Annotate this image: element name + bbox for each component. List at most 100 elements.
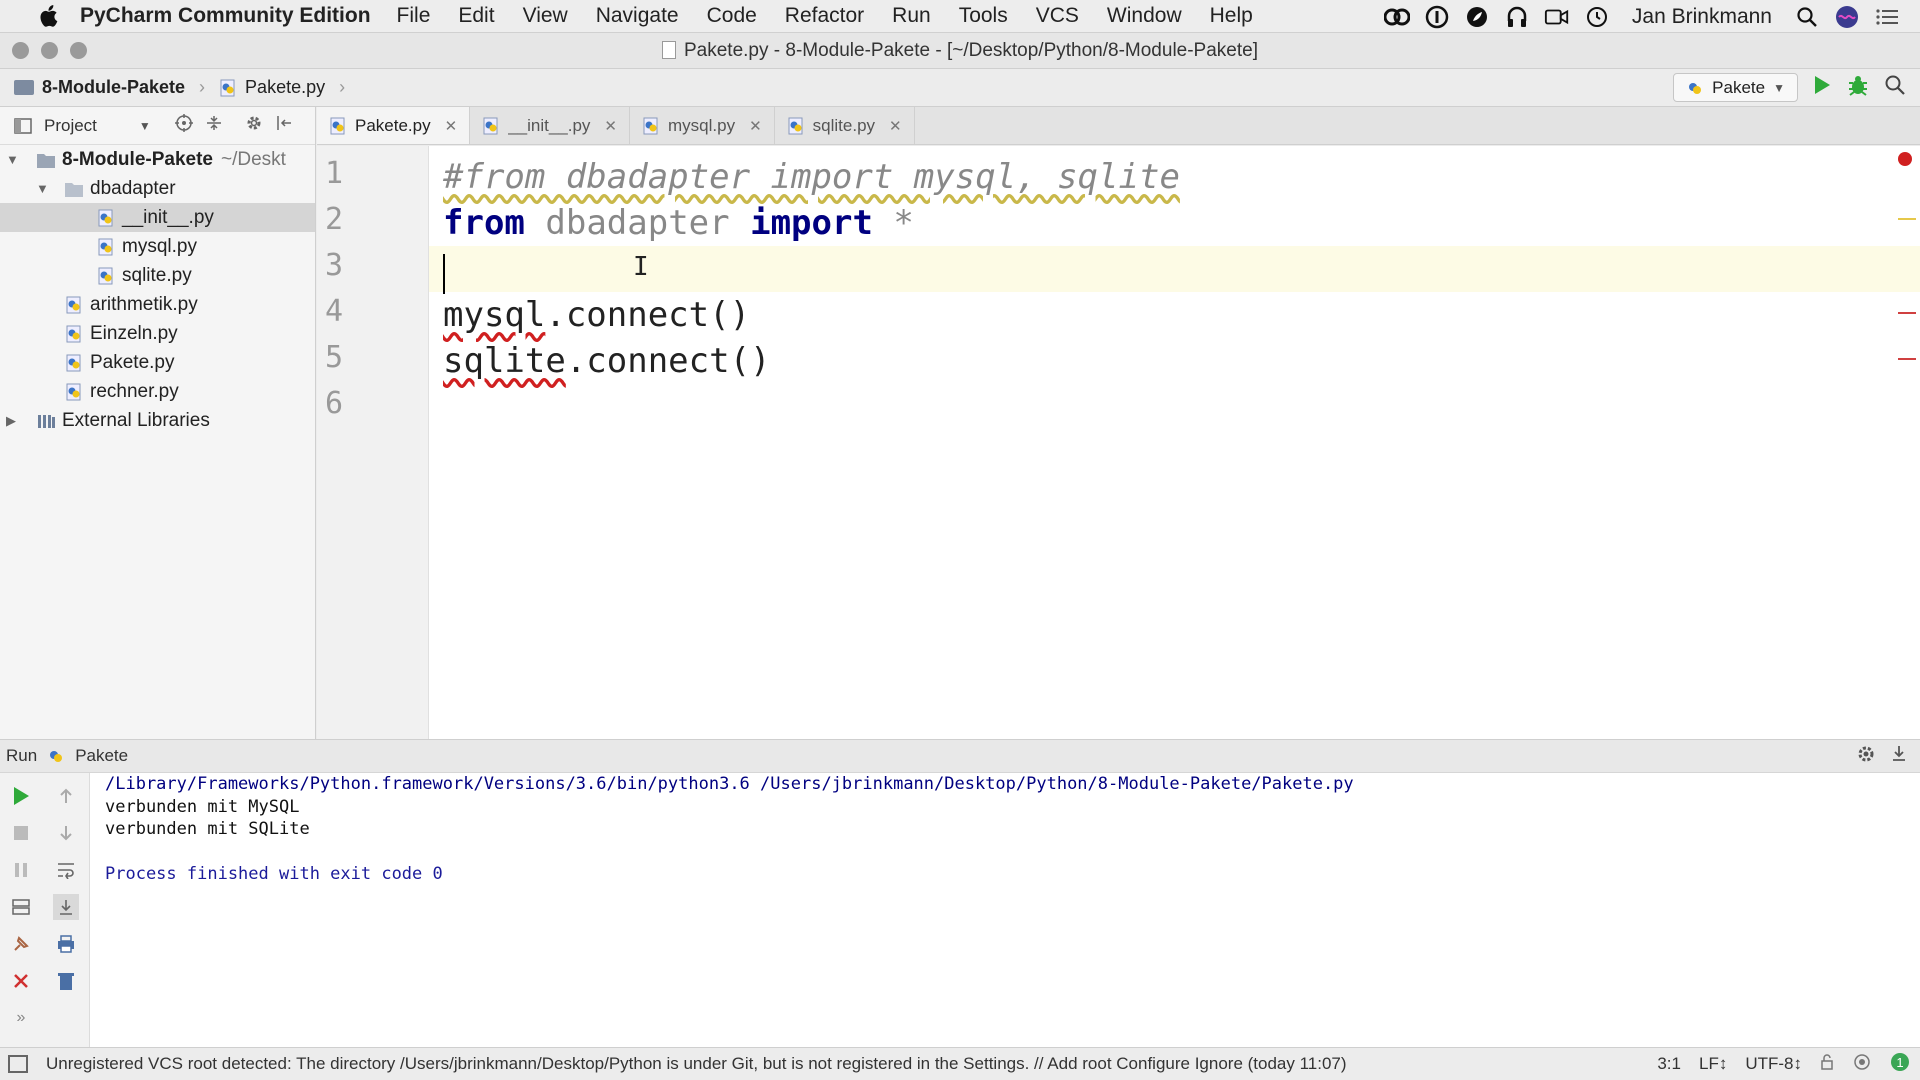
run-configuration-dropdown[interactable]: Pakete ▼ — [1673, 73, 1798, 102]
gear-icon[interactable] — [245, 114, 263, 137]
tree-item-rechner-py[interactable]: rechner.py — [0, 377, 315, 406]
menu-tools[interactable]: Tools — [945, 4, 1022, 28]
line-number-gutter[interactable]: 1 2 3 4 5 6 — [317, 146, 429, 739]
code-editor[interactable]: 1 2 3 4 5 6 #from dbadapter import mysql… — [317, 146, 1920, 739]
camera-icon[interactable] — [1544, 4, 1570, 30]
menu-view[interactable]: View — [509, 4, 582, 28]
close-run-icon[interactable] — [8, 968, 34, 994]
code-line-2: from dbadapter import * — [443, 200, 914, 246]
menu-file[interactable]: File — [383, 4, 445, 28]
python-file-icon — [98, 209, 113, 226]
stop-button[interactable] — [8, 820, 34, 846]
expand-arrow-icon[interactable]: ▶ — [6, 413, 20, 429]
menu-edit[interactable]: Edit — [444, 4, 508, 28]
collapse-all-icon[interactable] — [205, 114, 223, 137]
tree-item-init-py[interactable]: __init__.py — [0, 203, 315, 232]
caret-position[interactable]: 3:1 — [1657, 1054, 1681, 1074]
print-icon[interactable] — [53, 931, 79, 957]
hide-panel-icon[interactable] — [1890, 744, 1908, 769]
tab-init-py[interactable]: __init__.py ✕ — [470, 107, 630, 144]
debug-button[interactable] — [1846, 73, 1870, 102]
password-manager-icon[interactable] — [1424, 4, 1450, 30]
python-file-icon — [788, 117, 803, 134]
close-tab-icon[interactable]: ✕ — [604, 117, 617, 135]
close-tab-icon[interactable]: ✕ — [445, 117, 458, 135]
headphones-icon[interactable] — [1504, 4, 1530, 30]
search-everywhere-icon[interactable] — [1884, 74, 1906, 101]
warning-marker[interactable] — [1898, 218, 1916, 220]
status-message[interactable]: Unregistered VCS root detected: The dire… — [46, 1054, 1347, 1074]
breadcrumb-project[interactable]: 8-Module-Pakete — [42, 77, 185, 98]
menu-code[interactable]: Code — [693, 4, 771, 28]
close-tab-icon[interactable]: ✕ — [889, 117, 902, 135]
console-output-line: verbunden mit MySQL — [105, 796, 300, 817]
tree-item-pakete-py[interactable]: Pakete.py — [0, 348, 315, 377]
more-actions-icon[interactable]: » — [8, 1005, 34, 1031]
lock-icon[interactable] — [1820, 1053, 1834, 1075]
notification-center-icon[interactable] — [1874, 4, 1900, 30]
siri-icon[interactable] — [1834, 4, 1860, 30]
menu-refactor[interactable]: Refactor — [771, 4, 878, 28]
app-name-menu[interactable]: PyCharm Community Edition — [80, 4, 371, 28]
spotlight-search-icon[interactable] — [1794, 4, 1820, 30]
tree-item-arithmetik-py[interactable]: arithmetik.py — [0, 290, 315, 319]
tool-windows-toggle-icon[interactable] — [8, 1055, 28, 1073]
creative-cloud-icon[interactable] — [1383, 4, 1410, 30]
inspector-icon[interactable] — [1852, 1052, 1872, 1077]
breadcrumb-file[interactable]: Pakete.py — [245, 77, 325, 98]
tree-item-dbadapter[interactable]: ▼ dbadapter — [0, 174, 315, 203]
menu-window[interactable]: Window — [1093, 4, 1196, 28]
trash-icon[interactable] — [53, 968, 79, 994]
expand-arrow-icon[interactable]: ▼ — [36, 181, 50, 196]
soft-wrap-icon[interactable] — [53, 857, 79, 883]
user-name[interactable]: Jan Brinkmann — [1632, 5, 1772, 29]
pin-tab-icon[interactable] — [8, 931, 34, 957]
menu-run[interactable]: Run — [878, 4, 945, 28]
run-config-tab[interactable]: Pakete — [75, 746, 128, 766]
tree-item-sqlite-py[interactable]: sqlite.py — [0, 261, 315, 290]
locate-file-icon[interactable] — [174, 114, 193, 137]
leaf-icon[interactable] — [1464, 4, 1490, 30]
menu-navigate[interactable]: Navigate — [582, 4, 693, 28]
pause-button[interactable] — [8, 857, 34, 883]
rerun-button[interactable] — [8, 783, 34, 809]
line-number: 1 — [325, 156, 344, 191]
minimize-window-button[interactable] — [41, 42, 58, 59]
line-separator[interactable]: LF↕ — [1699, 1054, 1727, 1074]
zoom-window-button[interactable] — [70, 42, 87, 59]
python-file-icon — [643, 117, 658, 134]
tab-mysql-py[interactable]: mysql.py ✕ — [630, 107, 775, 144]
editor-tabs: Pakete.py ✕ __init__.py ✕ mysql.py ✕ sql… — [317, 107, 1920, 145]
tree-item-mysql-py[interactable]: mysql.py — [0, 232, 315, 261]
tree-item-einzeln-py[interactable]: Einzeln.py — [0, 319, 315, 348]
close-tab-icon[interactable]: ✕ — [749, 117, 762, 135]
scroll-down-icon[interactable] — [53, 820, 79, 846]
run-button[interactable] — [1812, 74, 1832, 101]
tree-item-external-libraries[interactable]: ▶ External Libraries — [0, 406, 315, 435]
close-window-button[interactable] — [12, 42, 29, 59]
tab-pakete-py[interactable]: Pakete.py ✕ — [317, 107, 471, 144]
error-stripe[interactable] — [1896, 146, 1916, 739]
error-indicator-icon[interactable] — [1898, 152, 1912, 166]
project-view-selector[interactable]: Project — [44, 116, 97, 136]
tree-item-label: Einzeln.py — [90, 322, 178, 344]
tree-item-project-root[interactable]: ▼ 8-Module-Pakete ~/Deskt — [0, 145, 315, 174]
hide-panel-icon[interactable] — [275, 114, 293, 137]
file-encoding[interactable]: UTF-8↕ — [1745, 1054, 1802, 1074]
scroll-to-end-icon[interactable] — [53, 894, 79, 920]
expand-arrow-icon[interactable]: ▼ — [6, 152, 20, 167]
gear-icon[interactable] — [1856, 744, 1876, 769]
error-marker[interactable] — [1898, 358, 1916, 360]
error-marker[interactable] — [1898, 312, 1916, 314]
menu-vcs[interactable]: VCS — [1022, 4, 1093, 28]
time-machine-icon[interactable] — [1584, 4, 1610, 30]
layout-icon[interactable] — [8, 894, 34, 920]
scroll-up-icon[interactable] — [53, 783, 79, 809]
chevron-down-icon[interactable]: ▼ — [139, 119, 151, 133]
menu-help[interactable]: Help — [1196, 4, 1267, 28]
apple-menu-icon[interactable] — [28, 4, 68, 28]
console-output[interactable]: /Library/Frameworks/Python.framework/Ver… — [105, 773, 1920, 885]
python-file-icon — [66, 296, 81, 313]
tab-sqlite-py[interactable]: sqlite.py ✕ — [775, 107, 915, 144]
event-log-badge-icon[interactable]: 1 — [1890, 1052, 1910, 1077]
